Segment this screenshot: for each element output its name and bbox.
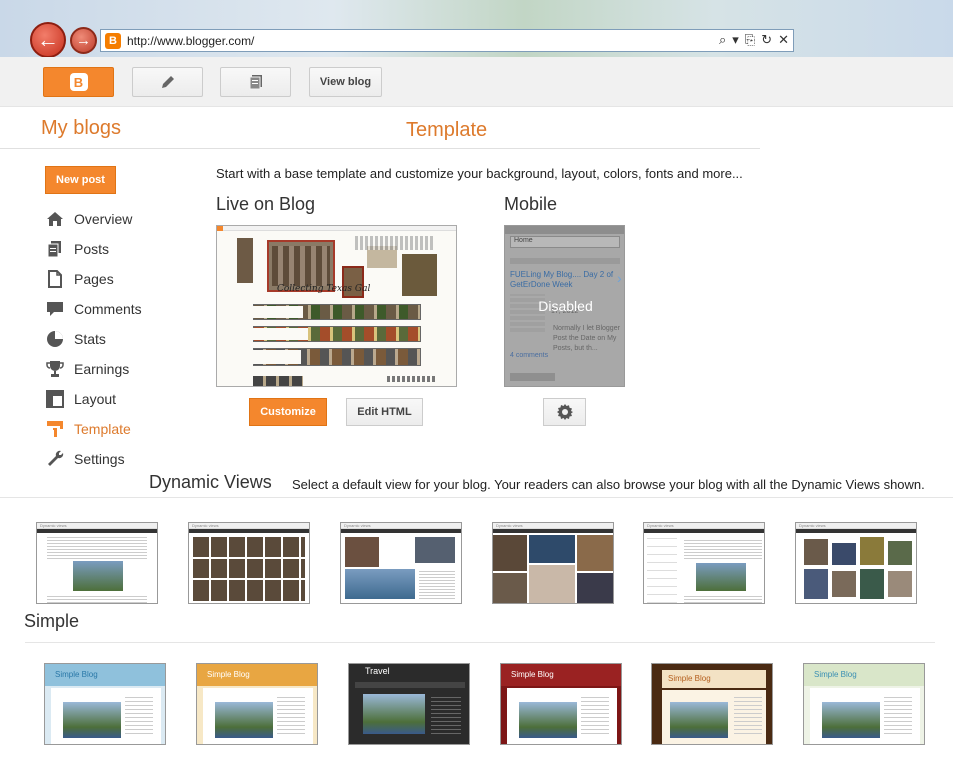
template-icon — [46, 420, 64, 438]
sidebar-item-label: Overview — [74, 211, 133, 227]
theme-title: Simple Blog — [501, 664, 621, 686]
mobile-comments-link: 4 comments — [510, 352, 549, 359]
pages-icon — [46, 270, 64, 288]
dynamic-views-heading: Dynamic Views — [149, 472, 272, 492]
sidebar-item-label: Comments — [74, 301, 142, 317]
mobile-heading: Mobile — [504, 194, 558, 214]
theme-title: Simple Blog — [804, 664, 924, 686]
customize-button[interactable]: Customize — [249, 398, 327, 426]
divider — [0, 148, 760, 149]
sidebar-item-label: Layout — [74, 391, 117, 407]
dynamic-view-mosaic[interactable]: Dynamic views — [492, 522, 614, 604]
blogger-favicon-icon: B — [105, 32, 121, 49]
page-title: Template — [406, 119, 488, 141]
stats-icon — [46, 330, 64, 348]
sidebar-item-label: Settings — [74, 451, 125, 467]
sidebar-item-posts[interactable]: Posts — [46, 238, 109, 260]
divider — [25, 642, 935, 643]
sidebar-item-settings[interactable]: Settings — [46, 448, 125, 470]
blogger-logo-icon: B — [69, 73, 88, 91]
live-blog-preview[interactable]: Collecting Texas Gal — [216, 225, 457, 387]
url-text[interactable]: http://www.blogger.com/ — [127, 34, 254, 48]
new-post-toolbar-button[interactable] — [132, 67, 203, 97]
comments-icon — [46, 300, 64, 318]
documents-icon — [249, 75, 262, 90]
forward-arrow-icon: → — [76, 32, 91, 49]
dynamic-view-magazine[interactable]: Dynamic views — [340, 522, 462, 604]
refresh-icon[interactable]: ↻ — [761, 32, 772, 48]
divider — [0, 497, 953, 498]
home-icon — [46, 210, 64, 228]
dynamic-view-snapshot[interactable]: Dynamic views — [795, 522, 917, 604]
compat-view-icon[interactable]: ⎘ — [745, 32, 755, 48]
browser-chrome: ← → B http://www.blogger.com/ ⌕ ▾ ⎘ ↻ ✕ — [0, 0, 953, 58]
view-blog-button[interactable]: View blog — [309, 67, 382, 97]
gear-icon — [556, 404, 573, 420]
simple-theme-green[interactable]: Simple Blog — [803, 663, 925, 745]
edit-html-button[interactable]: Edit HTML — [346, 398, 423, 426]
address-tools: ⌕ ▾ ⎘ ↻ ✕ — [719, 32, 789, 48]
simple-theme-brown[interactable]: Simple Blog — [651, 663, 773, 745]
simple-theme-red[interactable]: Simple Blog — [500, 663, 622, 745]
mobile-post-excerpt: Normally I let Blogger Post the Date on … — [553, 325, 620, 352]
theme-title: Simple Blog — [662, 670, 766, 688]
sidebar-item-stats[interactable]: Stats — [46, 328, 106, 350]
mobile-preview: Home FUELing My Blog.... Day 2 of GetErD… — [504, 225, 625, 387]
sidebar-item-label: Stats — [74, 331, 106, 347]
blogger-toolbar: B View blog — [0, 57, 953, 107]
dynamic-view-sidebar[interactable]: Dynamic views — [643, 522, 765, 604]
my-blogs-link[interactable]: My blogs — [41, 117, 121, 140]
dynamic-views-description: Select a default view for your blog. You… — [292, 477, 925, 492]
layout-icon — [46, 390, 64, 408]
mobile-settings-button[interactable] — [543, 398, 586, 426]
wrench-icon — [46, 450, 64, 468]
simple-theme-blue[interactable]: Simple Blog — [44, 663, 166, 745]
simple-heading: Simple — [24, 611, 80, 631]
simple-theme-orange[interactable]: Simple Blog — [196, 663, 318, 745]
back-arrow-icon: ← — [37, 27, 59, 52]
dynamic-view-flipcard[interactable]: Dynamic views — [188, 522, 310, 604]
simple-theme-travel[interactable]: Travel — [348, 663, 470, 745]
mobile-disabled-label: Disabled — [538, 298, 593, 314]
posts-icon — [46, 240, 64, 258]
mobile-post-title: FUELing My Blog.... Day 2 of GetErDone W… — [510, 270, 614, 289]
theme-title: Simple Blog — [45, 664, 165, 686]
stop-icon[interactable]: ✕ — [778, 32, 789, 48]
sidebar-item-layout[interactable]: Layout — [46, 388, 116, 410]
new-post-button[interactable]: New post — [45, 166, 116, 194]
live-blog-title: Collecting Texas Gal — [277, 284, 371, 294]
mobile-home-bar: Home — [510, 236, 620, 248]
template-intro-text: Start with a base template and customize… — [216, 166, 743, 181]
sidebar-item-overview[interactable]: Overview — [46, 208, 132, 230]
sidebar-item-pages[interactable]: Pages — [46, 268, 114, 290]
sidebar-item-comments[interactable]: Comments — [46, 298, 142, 320]
theme-title: Simple Blog — [197, 664, 317, 686]
theme-title: Travel — [365, 666, 390, 676]
back-button[interactable]: ← — [30, 22, 66, 58]
sidebar-item-label: Earnings — [74, 361, 130, 377]
dropdown-icon[interactable]: ▾ — [732, 32, 739, 48]
sidebar-item-earnings[interactable]: Earnings — [46, 358, 129, 380]
sidebar-item-template[interactable]: Template — [46, 418, 131, 440]
sidebar-item-label: Template — [74, 421, 131, 437]
trophy-icon — [46, 360, 64, 378]
pencil-icon — [161, 76, 174, 88]
chevron-right-icon: › — [617, 270, 622, 286]
forward-button[interactable]: → — [70, 27, 97, 54]
blogger-home-button[interactable]: B — [43, 67, 114, 97]
sidebar-item-label: Posts — [74, 241, 110, 257]
address-bar[interactable]: B http://www.blogger.com/ ⌕ ▾ ⎘ ↻ ✕ — [100, 29, 794, 52]
dynamic-view-classic[interactable]: Dynamic views — [36, 522, 158, 604]
live-on-blog-heading: Live on Blog — [216, 194, 316, 214]
search-icon[interactable]: ⌕ — [719, 32, 726, 48]
posts-toolbar-button[interactable] — [220, 67, 291, 97]
sidebar-item-label: Pages — [74, 271, 114, 287]
